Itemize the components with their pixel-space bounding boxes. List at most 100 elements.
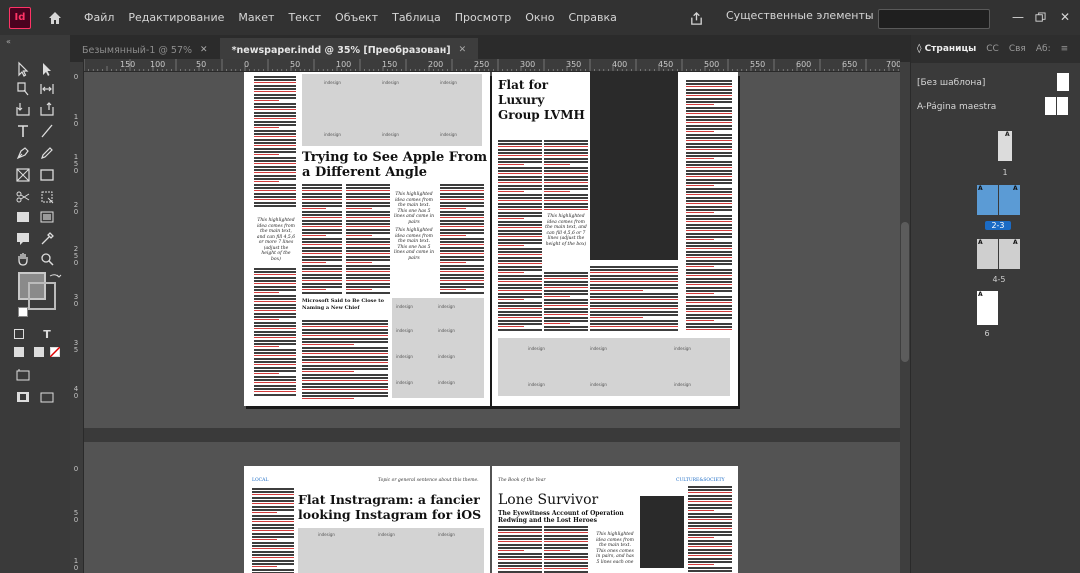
menu-edit[interactable]: Редактирование [121,11,231,24]
restore-button[interactable] [1030,8,1050,26]
image-frame[interactable]: indesign indesign indesign indesign inde… [392,298,484,398]
headline[interactable]: Trying to See Apple From a Different Ang… [302,150,488,180]
headline[interactable]: Microsoft Said to Be Close to Naming a N… [302,298,394,311]
content-collector-icon[interactable] [12,99,34,119]
page-thumb-1[interactable]: A [998,131,1012,161]
headline[interactable]: Flat Instragram: a fancier looking Insta… [298,492,488,522]
close-icon[interactable]: ✕ [200,45,208,55]
text-line [686,299,732,301]
search-input[interactable] [878,9,990,29]
home-icon[interactable] [45,8,65,28]
close-icon[interactable]: ✕ [459,45,467,55]
panel-menu-icon[interactable]: ≡ [1061,44,1069,54]
formatting-container-icon[interactable] [14,329,24,339]
menu-view[interactable]: Просмотр [448,11,518,24]
pull-quote[interactable]: This highlighted idea comes from the mai… [256,218,296,262]
page-tool-icon[interactable] [12,79,34,99]
collapse-icon[interactable]: « [6,37,11,46]
page-thumb-2[interactable]: A [977,185,998,215]
tab-cc-libraries[interactable]: CC [986,44,999,54]
pasteboard[interactable]: indesign indesign indesign indesign inde… [84,72,900,573]
rectangle-tool-icon[interactable] [36,165,58,185]
text-line [498,236,542,237]
tab-pages[interactable]: ◊ Страницы [917,44,976,54]
headline[interactable]: Lone Survivor [498,492,648,508]
scissors-tool-icon[interactable] [12,187,34,207]
vertical-scrollbar[interactable] [900,62,910,573]
image-frame-dark[interactable] [640,496,684,568]
text-line [440,232,484,234]
screen-mode-icon[interactable] [12,365,34,385]
image-frame-dark[interactable] [590,72,678,260]
apply-color-icon[interactable] [14,347,24,357]
page-3[interactable]: Flat for Luxury Group LVMH This highligh… [492,72,738,406]
master-a-thumb-right[interactable] [1057,97,1068,115]
master-none-thumb[interactable] [1057,73,1069,91]
gradient-feather-tool-icon[interactable] [36,207,58,227]
apply-none-icon[interactable] [50,347,60,357]
horizontal-ruler[interactable]: 150 100 50 0 50 100 150 200 250 300 350 … [84,59,900,72]
pull-quote[interactable]: This highlighted idea comes from the mai… [394,228,434,261]
text-line [544,191,571,192]
close-window-button[interactable]: ✕ [1055,8,1075,26]
pencil-tool-icon[interactable] [36,143,58,163]
gradient-swatch-tool-icon[interactable] [12,207,34,227]
menu-help[interactable]: Справка [561,11,623,24]
direct-selection-tool-icon[interactable] [36,59,58,79]
panel-tabs: ◊ Страницы CC Свя Аб: ≡ [911,35,1080,63]
eyedropper-tool-icon[interactable] [36,229,58,249]
image-frame[interactable]: indesign indesign indesign indesign inde… [498,338,730,396]
text-line [440,202,484,204]
page-thumb-5[interactable]: A [999,239,1020,269]
master-none[interactable]: [Без шаблона] [917,78,985,88]
master-a-thumb-left[interactable] [1045,97,1056,115]
vertical-ruler[interactable]: 0 1 0 1 5 0 2 0 2 5 0 3 0 3 5 4 0 0 5 0 … [70,62,84,573]
menu-type[interactable]: Текст [281,11,328,24]
scrollbar-thumb[interactable] [901,222,909,362]
workspace-switcher[interactable]: Существенные элементы [726,9,888,22]
text-line [686,230,732,231]
selection-tool-icon[interactable] [12,59,34,79]
page-thumb-6[interactable]: A [977,291,998,325]
note-tool-icon[interactable] [12,229,34,249]
minimize-button[interactable]: — [1008,8,1028,26]
page-thumb-3[interactable]: A [999,185,1020,215]
image-frame[interactable]: indesign indesign indesign [298,528,484,573]
master-a[interactable]: A-Página maestra [917,102,996,112]
share-icon[interactable] [686,8,706,28]
gap-tool-icon[interactable] [36,79,58,99]
content-placer-icon[interactable] [36,99,58,119]
headline[interactable]: Flat for Luxury Group LVMH [498,78,590,123]
swap-fill-stroke-icon[interactable] [44,269,66,289]
preview-mode-icon[interactable] [36,387,58,407]
pen-tool-icon[interactable] [12,143,34,163]
line-tool-icon[interactable] [36,121,58,141]
menu-table[interactable]: Таблица [385,11,448,24]
tab-paragraph[interactable]: Аб: [1036,44,1051,54]
page-5[interactable]: The Book of the Year CULTURE&SOCIETY Lon… [492,466,738,573]
pull-quote[interactable]: This highlighted idea comes from the mai… [594,532,636,565]
subheadline[interactable]: The Eyewitness Account of Operation Redw… [498,510,634,524]
tab-links[interactable]: Свя [1009,44,1026,54]
normal-view-icon[interactable] [12,387,34,407]
apply-gradient-icon[interactable] [34,347,44,357]
default-colors-icon[interactable] [18,307,28,317]
image-frame[interactable]: indesign indesign indesign indesign inde… [302,74,482,146]
menu-file[interactable]: Файл [77,11,121,24]
type-tool-icon[interactable] [12,121,34,141]
rectangle-frame-tool-icon[interactable] [12,165,34,185]
menu-layout[interactable]: Макет [231,11,281,24]
free-transform-tool-icon[interactable] [36,187,58,207]
zoom-tool-icon[interactable] [36,249,58,269]
pull-quote[interactable]: This highlighted idea comes from the mai… [544,214,588,247]
page-2[interactable]: indesign indesign indesign indesign inde… [244,72,490,406]
formatting-text-icon[interactable]: T [36,324,58,344]
menu-object[interactable]: Объект [328,11,385,24]
page-thumb-4[interactable]: A [977,239,998,269]
pull-quote[interactable]: This highlighted idea comes from the mai… [394,192,434,225]
menu-window[interactable]: Окно [518,11,561,24]
text-line [346,196,390,198]
page-4[interactable]: LOCAL Topic or general sentence about th… [244,466,490,573]
hand-tool-icon[interactable] [12,249,34,269]
text-line [498,308,542,309]
